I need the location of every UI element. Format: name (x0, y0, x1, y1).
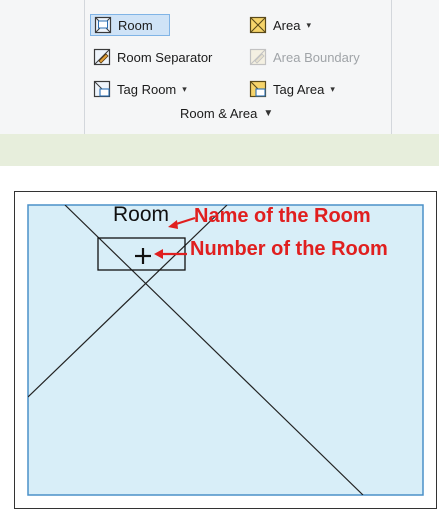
panel-title-label: Room & Area (180, 106, 258, 121)
room-button-label: Room (118, 17, 153, 33)
room-drawing-frame: Room Name of the Room Number of the Room (14, 191, 437, 509)
tag-area-button[interactable]: Tag Area ▾ (246, 78, 338, 100)
tag-area-icon (249, 80, 267, 98)
area-button[interactable]: Area ▾ (246, 14, 314, 36)
panel-title-room-area[interactable]: Room & Area ▼ (180, 106, 273, 121)
room-icon (94, 16, 112, 34)
area-dropdown-caret-icon[interactable]: ▾ (306, 20, 311, 31)
ribbon-panel-room-area: Room Area ▾ Room Separator Area Boundary (0, 0, 439, 134)
room-name-label[interactable]: Room (113, 203, 169, 227)
panel-separator-right (391, 0, 392, 134)
tag-area-label: Tag Area (273, 81, 325, 97)
annotation-number-of-room: Number of the Room (190, 238, 388, 260)
tag-room-label: Tag Room (117, 81, 177, 97)
room-separator-label: Room Separator (117, 49, 213, 65)
room-button[interactable]: Room (90, 14, 170, 36)
ribbon-bottom-band (0, 134, 439, 166)
tag-room-dropdown-caret-icon[interactable]: ▾ (182, 84, 187, 95)
room-separator-button[interactable]: Room Separator (90, 46, 215, 68)
tag-area-dropdown-caret-icon[interactable]: ▾ (330, 84, 335, 95)
room-separator-icon (93, 48, 111, 66)
area-boundary-button[interactable]: Area Boundary (246, 46, 363, 68)
area-boundary-icon (249, 48, 267, 66)
area-boundary-label: Area Boundary (273, 49, 360, 65)
annotation-name-of-room: Name of the Room (194, 205, 371, 227)
panel-expand-caret-icon[interactable]: ▼ (263, 108, 273, 119)
area-icon (249, 16, 267, 34)
tag-room-button[interactable]: Tag Room ▾ (90, 78, 190, 100)
tag-room-icon (93, 80, 111, 98)
panel-separator-left (84, 0, 85, 134)
area-button-label: Area (273, 17, 301, 33)
